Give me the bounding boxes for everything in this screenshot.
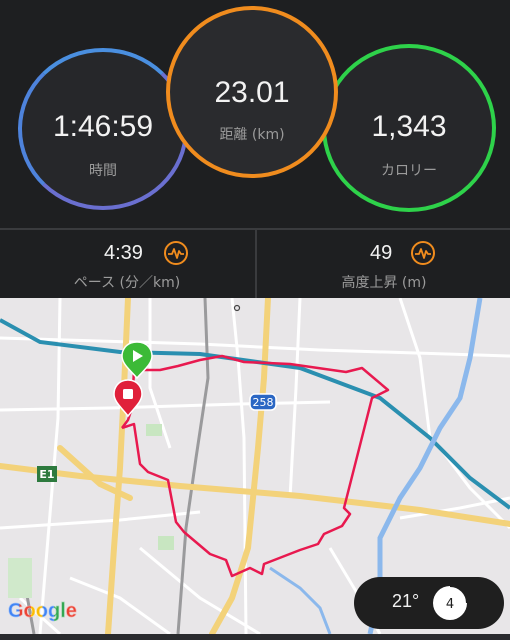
- weather-widget[interactable]: 21° 4: [354, 577, 504, 629]
- distance-value: 23.01: [214, 76, 290, 109]
- google-logo-text: Google: [8, 600, 77, 623]
- elevation-chart-icon: [411, 241, 435, 265]
- elevation-metric[interactable]: 49 高度上昇 (m): [257, 230, 510, 298]
- elevation-label: 高度上昇 (m): [341, 275, 427, 291]
- map-stream: [269, 566, 332, 634]
- time-label: 時間: [89, 163, 117, 179]
- pace-value: 4:39: [104, 242, 143, 264]
- time-value: 1:46:59: [52, 110, 154, 143]
- map-park-1: [146, 424, 162, 436]
- temperature-value: 21°: [392, 591, 420, 611]
- time-ring[interactable]: 1:46:59 時間: [18, 48, 188, 210]
- map-park-2: [158, 536, 174, 550]
- expressway-label: E1: [39, 468, 54, 481]
- stop-icon: [123, 389, 133, 399]
- google-attribution[interactable]: Google: [8, 600, 77, 623]
- pace-label: ペース (分／km): [73, 275, 181, 291]
- calories-label: カロリー: [381, 163, 437, 179]
- end-marker[interactable]: [113, 379, 143, 418]
- pace-metric[interactable]: 4:39 ペース (分／km): [0, 230, 254, 298]
- route-258-label: 258: [253, 396, 274, 409]
- stats-panel: 1:46:59 時間 1,343 カロリー 23.01 距離 (km): [0, 0, 510, 228]
- elevation-value: 49: [370, 242, 393, 264]
- map-park-3: [8, 558, 32, 598]
- pace-chart-icon: [164, 241, 188, 265]
- landmark-marker: [233, 304, 241, 312]
- distance-ring[interactable]: 23.01 距離 (km): [166, 6, 338, 178]
- calories-value: 1,343: [371, 110, 447, 143]
- wind-speed: 4: [446, 597, 454, 612]
- distance-label: 距離 (km): [219, 127, 285, 143]
- calories-ring[interactable]: 1,343 カロリー: [322, 44, 496, 212]
- wind-dial-icon: 4: [433, 585, 468, 620]
- bottom-edge: [0, 634, 510, 640]
